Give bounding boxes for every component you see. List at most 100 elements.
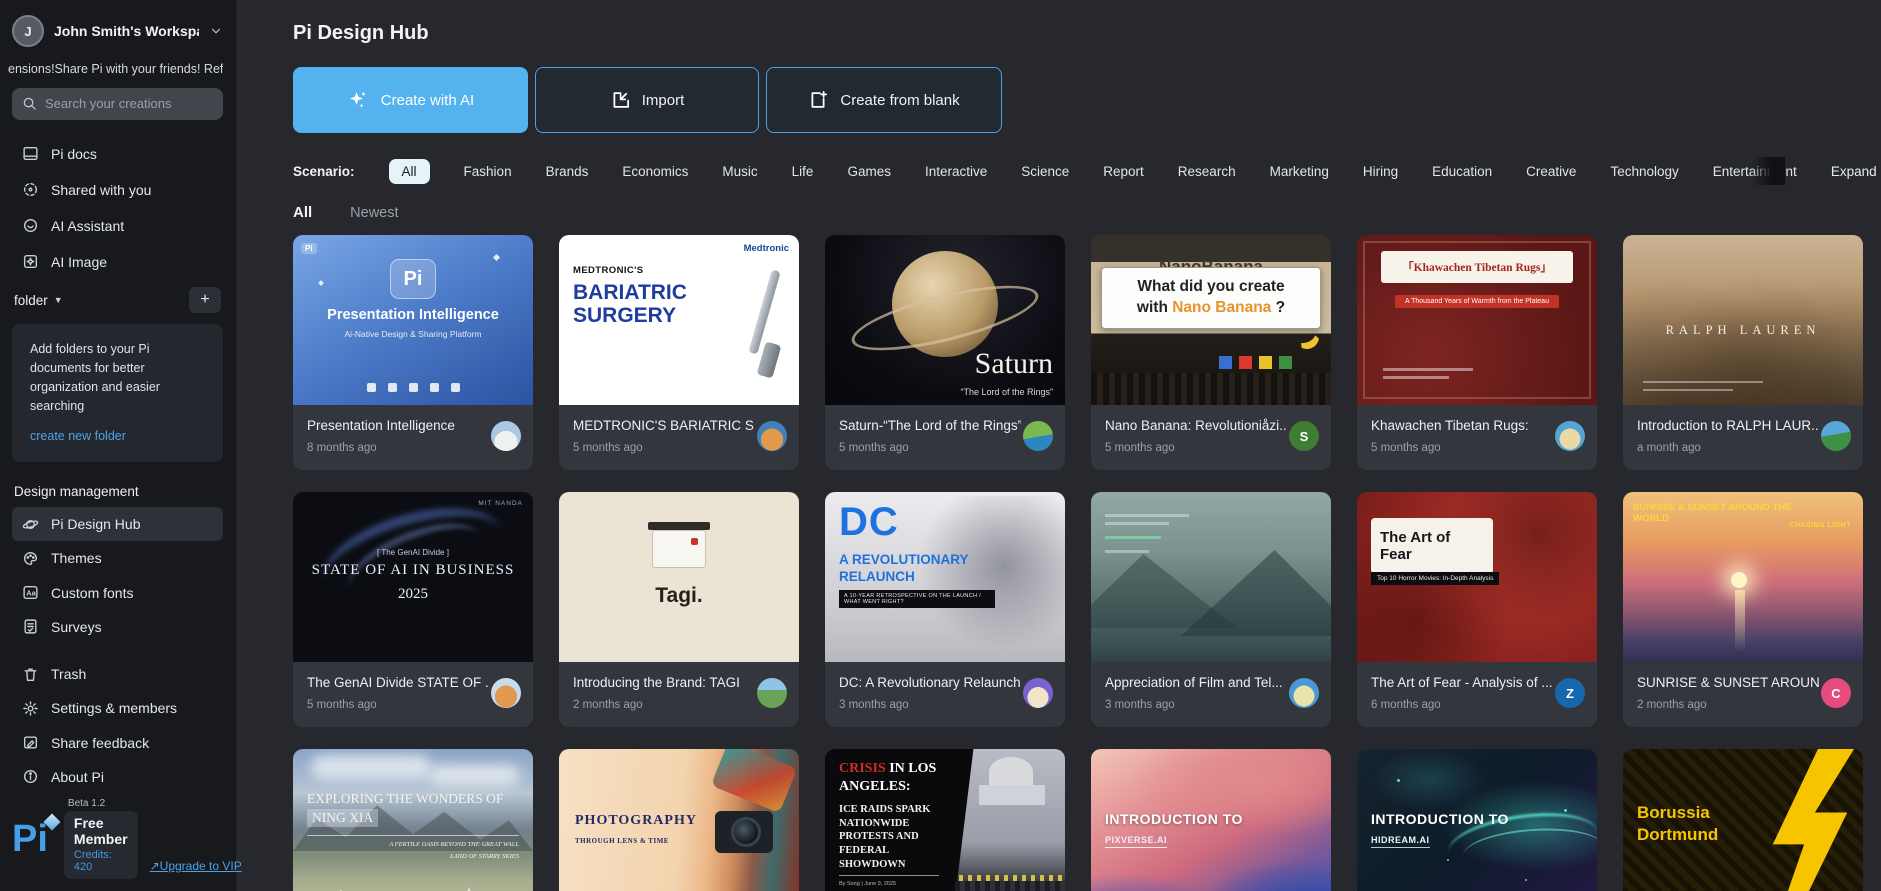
design-card[interactable]: INTRODUCTION TO HIDREAM.AI [1357,749,1597,891]
design-card[interactable]: Medtronic MEDTRONIC'S BARIATRIC SURGERY … [559,235,799,470]
add-folder-button[interactable]: + [189,287,221,313]
create-from-blank-button[interactable]: Create from blank [766,67,1002,133]
design-card[interactable]: RALPH LAUREN Introduction to RALPH LAUR.… [1623,235,1863,470]
thumb-title: RALPH LAUREN [1623,323,1863,338]
scenario-chip-life[interactable]: Life [792,164,814,179]
sidebar-item-pi-docs[interactable]: Pi docs [12,136,223,172]
thumb-subtitle: Ai-Native Design & Sharing Platform [293,329,533,339]
sidebar-item-ai-assistant[interactable]: AI Assistant [12,208,223,244]
scenario-chip-brands[interactable]: Brands [546,164,589,179]
folder-caret-icon: ▼ [54,295,63,305]
design-card[interactable]: Tagi. Introducing the Brand: TAGI 2 mont… [559,492,799,727]
thumb-title: Presentation Intelligence [293,307,533,323]
storefront-accent [691,538,698,545]
list-tabs: All Newest [293,204,1863,221]
scenario-chip-fashion[interactable]: Fashion [464,164,512,179]
card-timestamp: 2 months ago [1637,699,1849,711]
sidebar-item-label: Settings & members [51,700,177,716]
design-card[interactable]: Pi Pi Presentation Intelligence Ai-Nativ… [293,235,533,470]
thumb-question-mark: ? [1271,299,1285,316]
design-card[interactable]: Appreciation of Film and Tel... 3 months… [1091,492,1331,727]
surgical-instrument-graphic [757,341,782,378]
thumb-title: 「Khawachen Tibetan Rugs」 [1381,251,1573,283]
scenario-chip-education[interactable]: Education [1432,164,1492,179]
design-card[interactable]: Saturn “The Lord of the Rings” Saturn-“T… [825,235,1065,470]
scenario-chip-science[interactable]: Science [1021,164,1069,179]
capitol-base-graphic [979,785,1045,805]
sidebar-item-surveys[interactable]: Surveys [12,610,223,644]
card-timestamp: 5 months ago [307,699,519,711]
design-card[interactable]: DC A REVOLUTIONARY RELAUNCH A 10-YEAR RE… [825,492,1065,727]
thumb-title: INTRODUCTION TO [1371,811,1509,827]
design-card[interactable]: The Art of Fear Top 10 Horror Movies: In… [1357,492,1597,727]
design-card[interactable]: SUNRISE & SUNSET AROUND THE WORLD CHASIN… [1623,492,1863,727]
thumb-question-line1: What did you create [1106,277,1316,298]
thumb-title-line1: Borussia [1637,803,1710,823]
scenario-chip-music[interactable]: Music [722,164,757,179]
search-input[interactable]: Search your creations [12,88,223,120]
card-thumbnail: NanoBanana What did you create with Nano… [1091,235,1331,405]
sidebar-item-settings-members[interactable]: Settings & members [12,691,223,725]
star-decoration [493,254,500,261]
sparkles-icon [347,89,369,111]
svg-text:Aa: Aa [26,589,36,598]
scenario-chip-marketing[interactable]: Marketing [1270,164,1329,179]
upgrade-vip-link[interactable]: ↗Upgrade to VIP [150,859,242,873]
expand-chips-link[interactable]: Expand [1831,164,1877,179]
card-owner-avatar: C [1821,678,1851,708]
import-button[interactable]: Import [535,67,759,133]
scenario-chip-games[interactable]: Games [847,164,891,179]
tab-all[interactable]: All [293,204,312,221]
sidebar-item-custom-fonts[interactable]: Aa Custom fonts [12,575,223,609]
sidebar-item-label: Surveys [51,619,102,635]
design-card[interactable]: NanoBanana What did you create with Nano… [1091,235,1331,470]
folder-label: folder [14,293,48,308]
sidebar-item-label: Pi docs [51,146,97,162]
sidebar-item-themes[interactable]: Themes [12,541,223,575]
workspace-switcher[interactable]: J John Smith's Workspace [12,14,223,48]
design-card[interactable]: 「Khawachen Tibetan Rugs」 A Thousand Year… [1357,235,1597,470]
sidebar-item-about-pi[interactable]: About Pi [12,760,223,794]
sidebar-item-share-feedback[interactable]: Share feedback [12,726,223,760]
folder-hint-panel: Add folders to your Pi documents for bet… [12,324,223,462]
audience-graphic [1091,373,1331,405]
design-card[interactable]: MIT NANDA [ The GenAI Divide ] STATE OF … [293,492,533,727]
mountain-graphic [1181,550,1331,636]
design-card[interactable]: EXPLORING THE WONDERS OF NING XIA A FERT… [293,749,533,891]
capitol-dome-graphic [989,757,1033,787]
scenario-chip-interactive[interactable]: Interactive [925,164,987,179]
tab-newest[interactable]: Newest [350,205,398,221]
scenario-chip-all[interactable]: All [389,159,430,184]
protest-crowd-graphic [955,881,1065,891]
thumb-logo-strip [293,383,533,392]
text-line-decoration [1383,368,1473,371]
text-line-decoration [1643,381,1763,383]
sidebar-item-pi-design-hub[interactable]: Pi Design Hub [12,507,223,541]
folder-toggle[interactable]: folder ▼ [14,293,63,308]
scenario-chip-technology[interactable]: Technology [1610,164,1678,179]
particle-dot [1447,859,1449,861]
scenario-chip-hiring[interactable]: Hiring [1363,164,1398,179]
action-buttons: Create with AI Import Create from blank [293,67,1863,133]
scenario-chip-economics[interactable]: Economics [622,164,688,179]
fonts-icon: Aa [22,584,39,601]
card-title: Appreciation of Film and Tel... [1105,675,1287,690]
scenario-chip-research[interactable]: Research [1178,164,1236,179]
card-owner-avatar [1023,421,1053,451]
sidebar-item-label: Themes [51,550,102,566]
particle-dot [1525,879,1527,881]
sun-graphic [1731,572,1747,588]
design-card[interactable]: CRISIS IN LOS ANGELES: ICE RAIDS SPARK N… [825,749,1065,891]
create-new-folder-link[interactable]: create new folder [30,427,126,446]
scenario-chip-creative[interactable]: Creative [1526,164,1576,179]
design-card[interactable]: INTRODUCTION TO PIXVERSE.AI [1091,749,1331,891]
create-with-ai-button[interactable]: Create with AI [293,67,528,133]
sidebar-item-ai-image[interactable]: AI Image [12,244,223,280]
sidebar-item-shared-with-you[interactable]: Shared with you [12,172,223,208]
scenario-chip-report[interactable]: Report [1103,164,1144,179]
design-card[interactable]: PHOTOGRAPHY THROUGH LENS & TIME [559,749,799,891]
sidebar-item-trash[interactable]: Trash [12,657,223,691]
sidebar-item-label: AI Image [51,254,107,270]
design-card[interactable]: Borussia Dortmund GEG. NUBER RB LEIPZIG:… [1623,749,1863,891]
text-line-decoration [1105,550,1149,553]
